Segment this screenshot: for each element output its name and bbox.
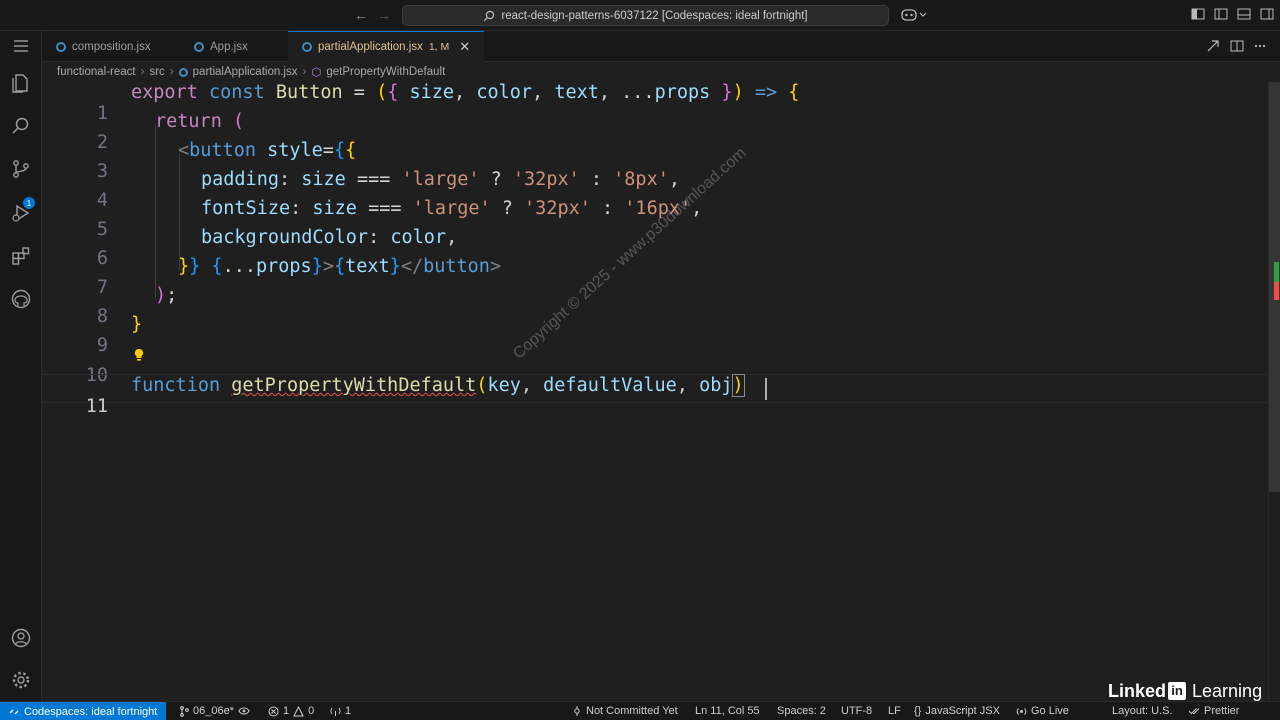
squiggle-error: getPropertyWithDefault xyxy=(231,375,477,396)
breadcrumb-folder[interactable]: src xyxy=(149,66,164,78)
react-file-icon xyxy=(56,41,66,52)
go-live-label: Go Live xyxy=(1031,705,1069,717)
customize-layout-icon[interactable] xyxy=(1191,7,1205,21)
chevron-right-icon: › xyxy=(302,66,307,78)
remote-icon xyxy=(9,709,19,714)
git-blame[interactable]: Not Committed Yet xyxy=(572,705,678,717)
code-line[interactable]: 8 ); xyxy=(42,285,1268,327)
error-marker xyxy=(1274,282,1279,300)
react-file-icon xyxy=(178,67,188,77)
prettier-status[interactable]: Prettier xyxy=(1188,705,1239,717)
braces-icon: {} xyxy=(914,705,922,717)
encoding[interactable]: UTF-8 xyxy=(841,705,872,717)
warning-count: 0 xyxy=(308,705,315,717)
error-icon xyxy=(268,706,279,716)
cube-icon: ⬡ xyxy=(311,67,322,79)
split-editor-icon[interactable] xyxy=(1230,39,1244,53)
double-check-icon xyxy=(1188,708,1200,715)
copilot-icon[interactable] xyxy=(901,7,927,23)
problems-indicator[interactable]: 1 0 xyxy=(268,705,314,717)
source-control-icon[interactable] xyxy=(9,157,33,181)
breadcrumb: functional-react › src › partialApplicat… xyxy=(57,64,445,80)
tab-composition[interactable]: composition.jsx xyxy=(56,31,174,62)
close-icon[interactable]: ✕ xyxy=(459,39,470,55)
command-center-search[interactable]: react-design-patterns-6037122 [Codespace… xyxy=(402,5,889,26)
forward-arrow-icon[interactable]: → xyxy=(377,7,391,23)
menu-icon[interactable] xyxy=(9,34,33,58)
react-file-icon xyxy=(194,41,204,52)
language-label: JavaScript JSX xyxy=(925,705,1000,717)
settings-gear-icon[interactable] xyxy=(9,668,33,692)
search-icon xyxy=(484,10,495,21)
tab-label: composition.jsx xyxy=(72,40,151,53)
ports-indicator[interactable]: 1 xyxy=(330,705,351,717)
end-of-line[interactable]: LF xyxy=(888,705,901,717)
tab-label: App.jsx xyxy=(210,40,248,53)
title-bar: ← → react-design-patterns-6037122 [Codes… xyxy=(0,0,1280,31)
warning-icon xyxy=(293,705,304,716)
code-line[interactable]: 2 return ( xyxy=(42,111,1268,153)
open-changes-icon[interactable] xyxy=(1206,39,1220,53)
react-file-icon xyxy=(302,42,312,52)
run-debug-icon[interactable] xyxy=(9,201,33,225)
explorer-icon[interactable] xyxy=(9,71,33,95)
code-line[interactable]: 1 export const Button = ({ size, color, … xyxy=(42,82,1268,124)
code-line[interactable]: 4 padding: size === 'large' ? '32px' : '… xyxy=(42,169,1268,211)
editor-scrollbar[interactable] xyxy=(1268,82,1280,701)
antenna-icon xyxy=(330,707,341,716)
remote-indicator[interactable]: Codespaces: ideal fortnight xyxy=(0,702,167,720)
sync-icon xyxy=(238,707,250,715)
go-live-button[interactable]: Go Live xyxy=(1016,705,1069,717)
tab-status: 1, M xyxy=(428,41,450,53)
toggle-sidebar-icon[interactable] xyxy=(1214,7,1228,21)
keyboard-layout[interactable]: Layout: U.S. xyxy=(1112,705,1173,717)
ports-count: 1 xyxy=(345,705,352,717)
branch-indicator[interactable]: 06_06e* xyxy=(179,705,250,717)
breadcrumb-folder[interactable]: functional-react xyxy=(57,66,136,78)
chevron-right-icon: › xyxy=(140,66,145,78)
command-center-text: react-design-patterns-6037122 [Codespace… xyxy=(501,9,808,22)
tab-partial-application[interactable]: partialApplication.jsx 1, M ✕ xyxy=(288,31,484,62)
language-mode[interactable]: {} JavaScript JSX xyxy=(914,705,1000,717)
activity-bar: 1 xyxy=(0,31,42,701)
remote-label: Codespaces: ideal fortnight xyxy=(24,705,158,718)
commit-icon xyxy=(574,706,580,716)
toggle-panel-icon[interactable] xyxy=(1237,7,1251,21)
chevron-right-icon: › xyxy=(169,66,174,78)
prettier-label: Prettier xyxy=(1204,705,1240,717)
extensions-icon[interactable] xyxy=(9,244,33,268)
toggle-secondary-sidebar-icon[interactable] xyxy=(1260,7,1274,21)
code-line[interactable]: 3 <button style={{ xyxy=(42,140,1268,182)
editor-tabs: composition.jsx App.jsx partialApplicati… xyxy=(42,31,1280,62)
branch-icon xyxy=(180,705,189,717)
search-icon[interactable] xyxy=(9,114,33,138)
lightbulb-icon[interactable] xyxy=(133,348,145,362)
status-bar: Codespaces: ideal fortnight 06_06e* 1 0 … xyxy=(0,701,1280,720)
tab-app[interactable]: App.jsx xyxy=(194,31,294,62)
indentation[interactable]: Spaces: 2 xyxy=(777,705,826,717)
linkedin-learning-logo: Linked in Learning xyxy=(1108,680,1263,701)
more-actions-icon[interactable] xyxy=(1253,39,1267,53)
cursor-position[interactable]: Ln 11, Col 55 xyxy=(695,705,760,717)
line-number: 11 xyxy=(85,396,108,417)
code-editor[interactable]: 1 export const Button = ({ size, color, … xyxy=(42,82,1268,701)
code-line[interactable]: 7 }} {...props}>{text}</button> xyxy=(42,256,1268,298)
back-arrow-icon[interactable]: ← xyxy=(354,7,368,23)
code-line[interactable]: 10 xyxy=(42,344,1268,386)
code-line-current[interactable]: 11 function getPropertyWithDefault(key, … xyxy=(42,374,1268,417)
blame-label: Not Committed Yet xyxy=(586,705,678,717)
tab-label: partialApplication.jsx xyxy=(318,41,423,53)
code-line[interactable]: 9 } xyxy=(42,314,1268,356)
account-icon[interactable] xyxy=(9,626,33,650)
broadcast-icon xyxy=(1016,707,1027,715)
branch-label: 06_06e* xyxy=(193,705,234,717)
github-icon[interactable] xyxy=(9,287,33,311)
breadcrumb-symbol[interactable]: getPropertyWithDefault xyxy=(326,66,445,78)
text-cursor xyxy=(765,378,767,400)
error-count: 1 xyxy=(283,705,290,717)
breadcrumb-file[interactable]: partialApplication.jsx xyxy=(193,66,298,78)
